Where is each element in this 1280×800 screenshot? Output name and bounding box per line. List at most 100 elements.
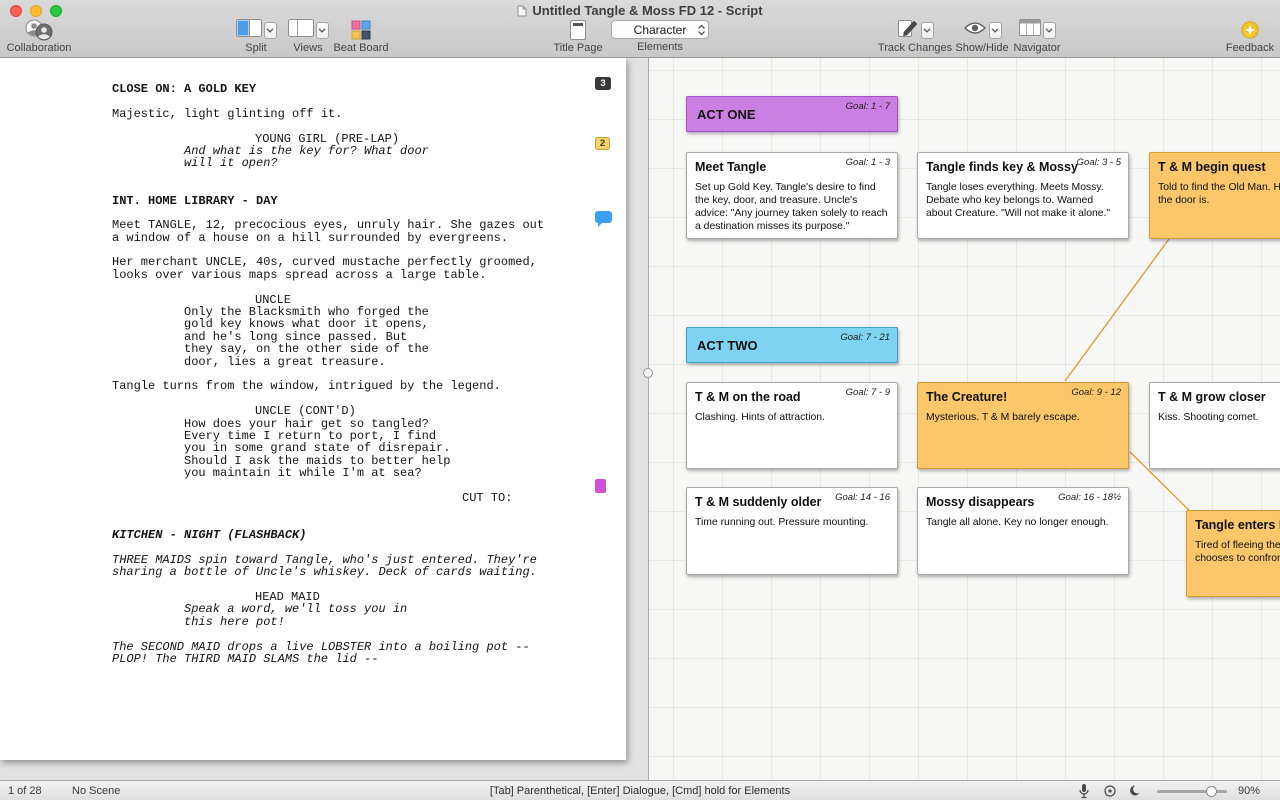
- script-line-dial-i[interactable]: Speak a word, we'll toss you in: [184, 603, 544, 615]
- collaboration-label: Collaboration: [7, 42, 72, 54]
- beat-card[interactable]: The Creature!Goal: 9 - 12Mysterious. T &…: [917, 382, 1129, 469]
- script-line-action[interactable]: Majestic, light glinting off it.: [112, 108, 544, 120]
- beat-card[interactable]: Tangle enters lairTired of fleeing the C…: [1186, 510, 1280, 597]
- track-changes-button[interactable]: Track Changes: [876, 20, 954, 54]
- target-icon[interactable]: [1103, 784, 1117, 798]
- pane-divider-handle[interactable]: [643, 368, 653, 378]
- card-body: Clashing. Hints of attraction.: [695, 411, 889, 424]
- split-label: Split: [245, 42, 266, 54]
- feedback-icon: [1241, 20, 1259, 40]
- script-line-blank[interactable]: [0, 170, 544, 182]
- zoom-slider[interactable]: [1157, 790, 1227, 793]
- card-body: Tangle loses everything. Meets Mossy. De…: [926, 181, 1120, 220]
- beat-board-button[interactable]: Beat Board: [332, 20, 390, 54]
- zoom-slider-knob[interactable]: [1206, 786, 1217, 797]
- act-card[interactable]: ACT ONEGoal: 1 - 7: [686, 96, 898, 132]
- card-goal: Goal: 9 - 12: [1071, 387, 1121, 398]
- beat-card[interactable]: T & M begin quest Told to find the Old Ma…: [1149, 152, 1280, 239]
- beat-card[interactable]: T & M grow closerKiss. Shooting comet.: [1149, 382, 1280, 469]
- script-line-trans[interactable]: CUT TO:: [462, 492, 544, 504]
- title-page-label: Title Page: [553, 42, 602, 54]
- script-line-dial[interactable]: they say, on the other side of the: [184, 343, 544, 355]
- script-line-dial[interactable]: door, lies a great treasure.: [184, 356, 544, 368]
- script-line-dial-i[interactable]: this here pot!: [184, 616, 544, 628]
- note-marker[interactable]: [595, 211, 612, 223]
- navigator-button[interactable]: Navigator: [1008, 20, 1066, 54]
- beat-card[interactable]: T & M suddenly olderGoal: 14 - 16Time ru…: [686, 487, 898, 575]
- beat-card[interactable]: Mossy disappearsGoal: 16 - 18½Tangle all…: [917, 487, 1129, 575]
- title-page-button[interactable]: Title Page: [550, 20, 606, 54]
- elements-popup[interactable]: Character: [611, 20, 709, 39]
- number-yellow-marker[interactable]: 2: [595, 137, 610, 150]
- views-button[interactable]: Views: [282, 20, 334, 54]
- card-body: Tangle all alone. Key no longer enough.: [926, 516, 1120, 529]
- card-goal: Goal: 7 - 21: [840, 332, 890, 343]
- split-dropdown[interactable]: [264, 22, 277, 39]
- elements-label: Elements: [637, 41, 683, 53]
- show-hide-dropdown[interactable]: [989, 22, 1002, 39]
- script-line-scene-i[interactable]: KITCHEN - NIGHT (FLASHBACK): [112, 529, 544, 541]
- script-line-blank[interactable]: [0, 541, 544, 553]
- script-line-blank[interactable]: [0, 628, 544, 640]
- title-page-icon: [570, 20, 586, 40]
- elements-control: Character Elements: [610, 20, 710, 53]
- script-line-blank[interactable]: [0, 281, 544, 293]
- navigator-icon: [1019, 19, 1041, 41]
- script-line-scene[interactable]: CLOSE ON: A GOLD KEY: [112, 83, 544, 95]
- zoom-level: 90%: [1238, 785, 1260, 797]
- card-goal: Goal: 14 - 16: [835, 492, 890, 503]
- script-line-action[interactable]: a window of a house on a hill surrounded…: [112, 232, 544, 244]
- script-line-char[interactable]: UNCLE (CONT'D): [255, 405, 544, 417]
- beat-board[interactable]: ACT ONEGoal: 1 - 7 ACT TWOGoal: 7 - 21 Mee…: [649, 58, 1280, 780]
- track-changes-dropdown[interactable]: [921, 22, 934, 39]
- script-line-action[interactable]: Tangle turns from the window, intrigued …: [112, 380, 544, 392]
- card-goal: Goal: 7 - 9: [846, 387, 890, 398]
- script-line-dial[interactable]: you maintain it while I'm at sea?: [184, 467, 544, 479]
- script-line-blank[interactable]: [0, 95, 544, 107]
- script-line-blank[interactable]: [0, 182, 544, 194]
- views-dropdown[interactable]: [316, 22, 329, 39]
- script-pane[interactable]: CLOSE ON: A GOLD KEY Majestic, light gli…: [0, 58, 648, 780]
- dictation-mic-icon[interactable]: [1078, 783, 1090, 799]
- beat-card[interactable]: T & M on the roadGoal: 7 - 9Clashing. Hi…: [686, 382, 898, 469]
- script-line-dial[interactable]: you in some grand state of disrepair.: [184, 442, 544, 454]
- show-hide-button[interactable]: Show/Hide: [953, 20, 1011, 54]
- beat-card[interactable]: Meet TangleGoal: 1 - 3Set up Gold Key. T…: [686, 152, 898, 239]
- window-chrome: Untitled Tangle & Moss FD 12 - Script Co…: [0, 0, 1280, 58]
- track-changes-icon: [897, 18, 919, 43]
- number-dark-marker[interactable]: 3: [595, 77, 611, 90]
- dark-mode-icon[interactable]: [1129, 784, 1142, 797]
- script-line-action[interactable]: Her merchant UNCLE, 40s, curved mustache…: [112, 256, 544, 268]
- card-body: Time running out. Pressure mounting.: [695, 516, 889, 529]
- script-line-dial-i[interactable]: will it open?: [184, 157, 544, 169]
- script-line-scene[interactable]: INT. HOME LIBRARY - DAY: [112, 195, 544, 207]
- act-card[interactable]: ACT TWOGoal: 7 - 21: [686, 327, 898, 363]
- window-title: Untitled Tangle & Moss FD 12 - Script: [532, 3, 762, 18]
- script-line-dial[interactable]: gold key knows what door it opens,: [184, 318, 544, 330]
- card-title: T & M begin quest: [1158, 160, 1280, 174]
- card-goal: Goal: 3 - 5: [1077, 157, 1121, 168]
- script-line-action[interactable]: Meet TANGLE, 12, precocious eyes, unruly…: [112, 219, 544, 231]
- track-changes-label: Track Changes: [878, 42, 952, 54]
- script-line-action-i[interactable]: sharing a bottle of Uncle's whiskey. Dec…: [112, 566, 544, 578]
- script-line-action-i[interactable]: PLOP! The THIRD MAID SLAMS the lid --: [112, 653, 544, 665]
- split-icon: [236, 19, 262, 42]
- beat-card[interactable]: Tangle finds key & MossyGoal: 3 - 5Tangl…: [917, 152, 1129, 239]
- elements-stepper-icon: [697, 24, 706, 39]
- script-page[interactable]: CLOSE ON: A GOLD KEY Majestic, light gli…: [0, 58, 626, 760]
- script-line-blank[interactable]: [0, 120, 544, 132]
- card-body: Set up Gold Key. Tangle's desire to find…: [695, 181, 889, 233]
- views-label: Views: [293, 42, 322, 54]
- navigator-dropdown[interactable]: [1043, 22, 1056, 39]
- card-body: Told to find the Old Man. He knows where…: [1158, 181, 1280, 207]
- feedback-label: Feedback: [1226, 42, 1274, 54]
- collaboration-button[interactable]: Collaboration: [4, 20, 74, 54]
- flag-marker[interactable]: [595, 479, 606, 493]
- card-title: T & M grow closer: [1158, 390, 1280, 404]
- script-line-action[interactable]: looks over various maps spread across a …: [112, 269, 544, 281]
- split-button[interactable]: Split: [230, 20, 282, 54]
- script-line-blank[interactable]: [0, 504, 544, 516]
- elements-value: Character: [634, 23, 687, 37]
- feedback-button[interactable]: Feedback: [1222, 20, 1278, 54]
- card-goal: Goal: 1 - 7: [846, 101, 890, 112]
